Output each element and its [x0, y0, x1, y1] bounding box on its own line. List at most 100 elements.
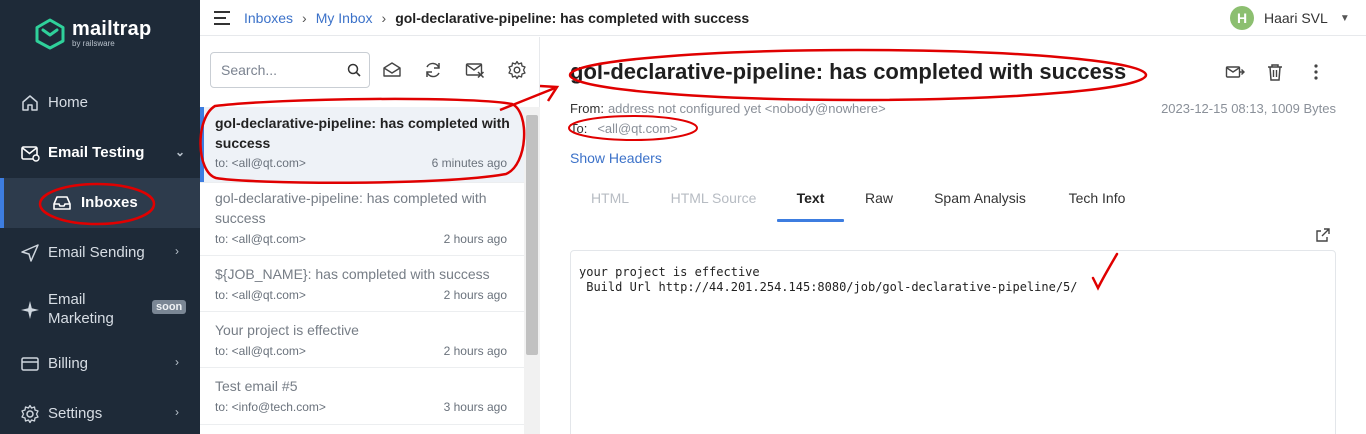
to-label: To:	[570, 121, 588, 136]
message-subject: Test email #5	[215, 378, 298, 394]
mailtrap-logo-icon	[35, 18, 65, 50]
gear-icon	[21, 404, 39, 424]
breadcrumb-inboxes[interactable]: Inboxes	[244, 10, 293, 26]
clear-inbox-icon[interactable]	[465, 60, 485, 80]
inbox-icon	[53, 196, 71, 210]
sidebar-item-label: Email Sending	[48, 244, 145, 261]
breadcrumb-my-inbox[interactable]: My Inbox	[316, 10, 373, 26]
body-line: your project is effective	[579, 265, 760, 279]
breadcrumb: Inboxes › My Inbox › gol-declarative-pip…	[244, 10, 749, 26]
soon-badge: soon	[152, 300, 187, 314]
search-box	[210, 52, 370, 88]
sidebar-item-email-marketing[interactable]: Email Marketing soon	[0, 290, 200, 330]
chevron-down-icon: ▼	[1339, 12, 1350, 24]
forward-email-icon[interactable]	[1225, 62, 1245, 82]
message-title: gol-declarative-pipeline: has completed …	[570, 59, 1127, 84]
from-label: From:	[570, 101, 604, 116]
sidebar-item-label: Inboxes	[81, 194, 138, 211]
message-list-item[interactable]: ${JOB_NAME}: has completed with success …	[200, 256, 524, 312]
sidebar-item-label: Settings	[48, 405, 103, 422]
breadcrumb-separator: ›	[381, 10, 387, 26]
sidebar-item-label: Billing	[48, 355, 89, 372]
message-date-size: 2023-12-15 08:13, 1009 Bytes	[1161, 101, 1336, 116]
scrollbar-thumb[interactable]	[526, 115, 538, 355]
send-icon	[21, 244, 39, 262]
tab-text-label: Text	[796, 190, 825, 206]
message-subject: Your project is effective	[215, 322, 359, 338]
tab-raw[interactable]: Raw	[864, 187, 894, 222]
active-indicator	[0, 178, 4, 228]
logo-subtitle: by railsware	[72, 39, 115, 48]
chevron-right-icon: ›	[175, 355, 179, 369]
message-time: 2 hours ago	[443, 344, 507, 358]
trash-icon[interactable]	[1265, 62, 1285, 82]
sidebar-item-inboxes[interactable]: Inboxes	[0, 178, 200, 228]
logo-name: mailtrap	[72, 18, 152, 40]
message-recipient: to: <all@qt.com>	[215, 232, 306, 246]
billing-icon	[21, 357, 39, 371]
message-recipient: to: <all@qt.com>	[215, 288, 306, 302]
chevron-right-icon: ›	[175, 405, 179, 419]
from-value: address not configured yet <nobody@nowhe…	[607, 101, 886, 116]
breadcrumb-separator: ›	[302, 10, 307, 26]
to-line: To: <all@qt.com>	[570, 121, 678, 136]
message-detail: gol-declarative-pipeline: has completed …	[541, 37, 1366, 434]
top-bar: Inboxes › My Inbox › gol-declarative-pip…	[200, 0, 1366, 36]
open-external-icon[interactable]	[1315, 227, 1331, 243]
inbox-settings-icon[interactable]	[507, 60, 527, 80]
message-list-panel: gol-declarative-pipeline: has completed …	[200, 37, 540, 434]
message-list-scrollbar[interactable]	[524, 107, 540, 434]
tab-html[interactable]: HTML	[590, 187, 630, 222]
message-recipient: to: <all@qt.com>	[215, 344, 306, 358]
show-headers-link[interactable]: Show Headers	[570, 150, 662, 166]
message-body: your project is effective Build Url http…	[570, 250, 1336, 434]
sidebar-item-settings[interactable]: Settings ›	[0, 401, 200, 427]
sparkle-icon	[21, 301, 39, 319]
chevron-down-icon: ⌄	[175, 145, 186, 159]
tab-tech-info[interactable]: Tech Info	[1067, 187, 1127, 222]
sidebar-item-email-testing[interactable]: Email Testing ⌄	[0, 140, 200, 166]
sidebar-item-label: Email Marketing	[48, 291, 114, 327]
message-subject: gol-declarative-pipeline: has completed …	[215, 115, 510, 151]
active-indicator	[200, 107, 204, 182]
message-time: 3 hours ago	[443, 400, 507, 414]
message-subject: ${JOB_NAME}: has completed with success	[215, 266, 490, 282]
menu-icon[interactable]	[214, 11, 230, 25]
message-time: 6 minutes ago	[431, 156, 507, 170]
message-time: 2 hours ago	[443, 288, 507, 302]
message-recipient: to: <info@tech.com>	[215, 400, 326, 414]
message-list-item[interactable]: Test email #5 to: <info@tech.com> 3 hour…	[200, 368, 524, 425]
refresh-icon[interactable]	[423, 60, 443, 80]
mark-read-icon[interactable]	[382, 60, 402, 80]
sidebar-item-billing[interactable]: Billing ›	[0, 351, 200, 377]
from-line: From: address not configured yet <nobody@…	[570, 101, 886, 116]
message-list-item[interactable]: gol-declarative-pipeline: has completed …	[200, 107, 524, 183]
home-icon	[22, 95, 38, 111]
avatar: H	[1230, 6, 1254, 30]
sidebar-item-label: Email Testing	[48, 144, 145, 161]
user-name: Haari SVL	[1264, 10, 1328, 26]
search-icon[interactable]	[347, 63, 361, 77]
message-recipient: to: <all@qt.com>	[215, 156, 306, 170]
more-options-icon[interactable]	[1306, 62, 1326, 82]
sidebar-item-email-sending[interactable]: Email Sending ›	[0, 240, 200, 266]
sidebar-item-label: Home	[48, 94, 89, 111]
user-menu[interactable]: H Haari SVL ▼	[1230, 6, 1350, 30]
email-testing-icon	[21, 146, 40, 162]
chevron-right-icon: ›	[175, 244, 179, 258]
tab-html-source[interactable]: HTML Source	[669, 187, 758, 222]
breadcrumb-current: gol-declarative-pipeline: has completed …	[395, 10, 750, 26]
message-subject: gol-declarative-pipeline: has completed …	[215, 190, 487, 226]
to-value: <all@qt.com>	[597, 121, 678, 136]
sidebar-item-home[interactable]: Home	[0, 90, 200, 116]
message-list-item[interactable]: Your project is effective to: <all@qt.co…	[200, 312, 524, 368]
mailtrap-logo[interactable]: mailtrap by railsware	[34, 18, 151, 50]
tab-text[interactable]: Text	[777, 187, 844, 222]
active-tab-underline	[777, 219, 844, 222]
search-input[interactable]	[221, 62, 341, 78]
message-list-item[interactable]: gol-declarative-pipeline: has completed …	[200, 183, 524, 256]
tab-spam-analysis[interactable]: Spam Analysis	[932, 187, 1028, 222]
sidebar: mailtrap by railsware Home Email Testing…	[0, 0, 200, 434]
message-time: 2 hours ago	[443, 232, 507, 246]
body-line: Build Url http://44.201.254.145:8080/job…	[579, 280, 1078, 294]
